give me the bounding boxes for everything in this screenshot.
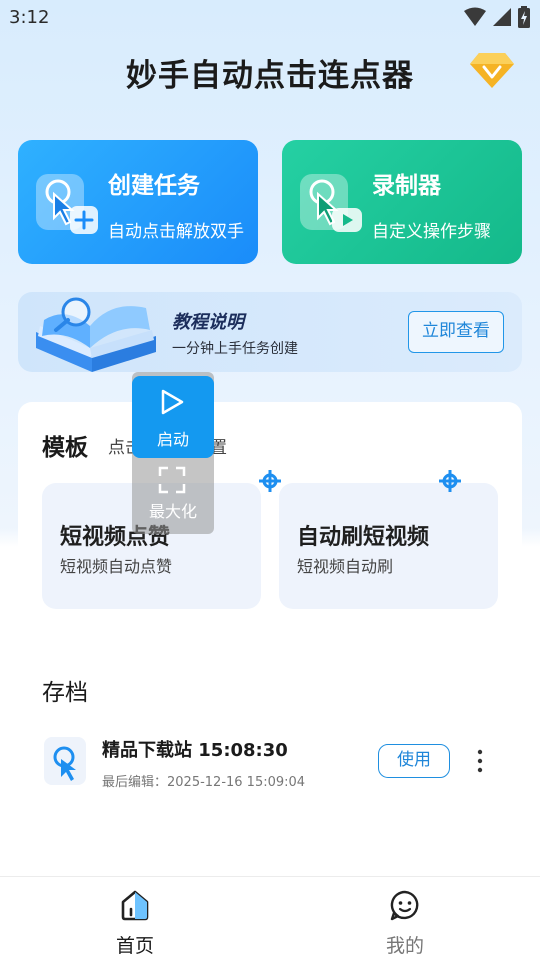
tutorial-title: 教程说明: [172, 312, 244, 333]
play-icon: [161, 389, 184, 415]
diamond-icon[interactable]: [469, 50, 515, 90]
template-subtitle: 短视频自动刷: [297, 557, 394, 576]
recorder-card[interactable]: 录制器 自定义操作步骤: [282, 140, 522, 264]
nav-home[interactable]: 首页: [65, 877, 205, 960]
battery-icon: [518, 6, 530, 28]
tutorial-banner[interactable]: 教程说明 一分钟上手任务创建 立即查看: [18, 292, 522, 372]
maximize-label[interactable]: 最大化: [132, 498, 214, 522]
nav-me-label: 我的: [385, 935, 424, 957]
templates-panel: 模板 点击可修改配置 短视频点赞 短视频自动点赞 自动刷短视频 短视频自动刷: [18, 402, 522, 622]
maximize-icon[interactable]: [158, 466, 186, 494]
tutorial-subtitle: 一分钟上手任务创建: [172, 341, 298, 357]
archive-title: 存档: [42, 680, 88, 706]
home-icon: [121, 890, 149, 921]
template-title: 自动刷短视频: [297, 525, 430, 550]
tap-video-icon: [300, 174, 362, 232]
smiley-chat-icon: [390, 890, 419, 921]
status-time: 3:12: [9, 7, 50, 28]
template-card-scroll[interactable]: 自动刷短视频 短视频自动刷: [279, 483, 498, 609]
create-task-card[interactable]: 创建任务 自动点击解放双手: [18, 140, 258, 264]
crosshair-marker-icon: [259, 470, 281, 492]
status-bar: 3:12: [0, 0, 540, 36]
bottom-nav: 首页 我的: [0, 876, 540, 960]
use-button[interactable]: 使用: [378, 744, 450, 778]
archive-item-meta: 最后编辑：2025-12-16 15:09:04: [102, 775, 306, 790]
more-options-icon[interactable]: [472, 746, 488, 776]
wifi-icon: [464, 7, 486, 26]
crosshair-marker-icon: [439, 470, 461, 492]
templates-title: 模板: [42, 435, 88, 461]
start-label: 启动: [156, 430, 189, 449]
floating-control-widget[interactable]: 启动 最大化: [132, 372, 214, 534]
create-task-title: 创建任务: [108, 173, 200, 199]
nav-home-label: 首页: [115, 935, 154, 957]
start-button[interactable]: 启动: [132, 376, 214, 458]
view-now-button[interactable]: 立即查看: [408, 311, 504, 353]
signal-icon: [493, 8, 511, 26]
archive-item[interactable]: 精品下载站 15:08:30 最后编辑：2025-12-16 15:09:04 …: [42, 730, 502, 794]
create-task-subtitle: 自动点击解放双手: [108, 222, 244, 242]
recorder-title: 录制器: [372, 173, 441, 199]
nav-me[interactable]: 我的: [335, 877, 475, 960]
status-icons: [464, 6, 530, 28]
recorder-subtitle: 自定义操作步骤: [372, 222, 491, 242]
archive-item-name: 精品下载站 15:08:30: [102, 740, 288, 761]
archive-item-icon: [44, 737, 86, 785]
open-book-icon: [36, 297, 156, 372]
app-title: 妙手自动点击连点器: [126, 58, 414, 94]
template-subtitle: 短视频自动点赞: [60, 557, 173, 576]
tap-cursor-icon: [53, 746, 76, 781]
tap-plus-icon: [36, 174, 98, 234]
